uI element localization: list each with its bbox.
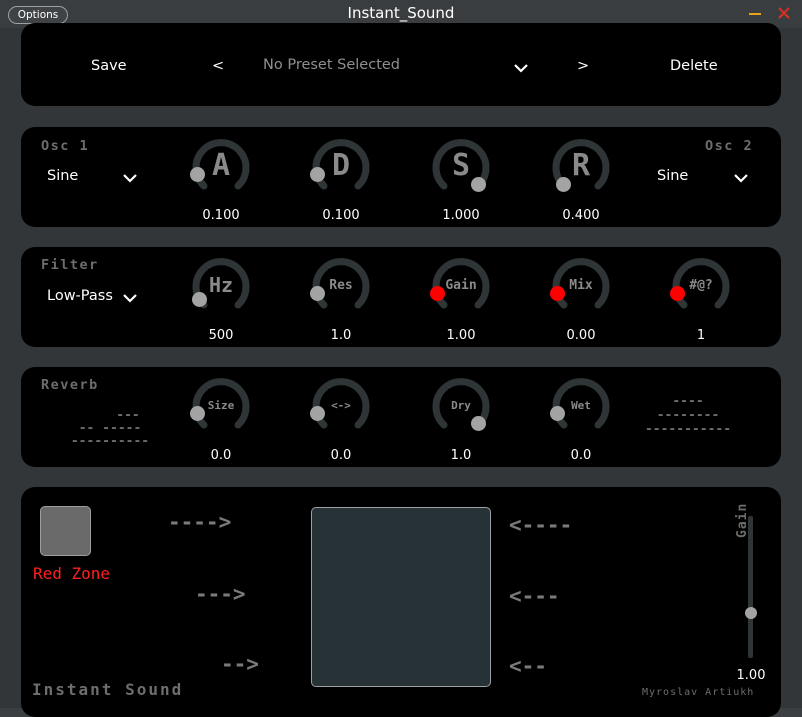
knob-value: 0.0 [210,448,232,463]
red-zone-button[interactable] [40,506,91,556]
minimize-icon[interactable] [745,2,765,24]
next-preset-button[interactable]: > [577,58,589,74]
knob-indicator-dot[interactable] [429,286,445,302]
prev-preset-button[interactable]: < [212,58,224,74]
reverb-right-dashes-1: ---- [672,394,704,409]
gain-slider-thumb[interactable] [745,607,757,619]
knob-value: 0.00 [566,328,596,343]
knob-value: 1 [696,328,706,343]
knob-indicator-dot[interactable] [309,167,325,183]
reverb-title: Reverb [41,377,99,393]
knob-value: 1.0 [450,448,472,463]
arrow-left-1: ----> [168,510,232,534]
red-zone-label: Red Zone [33,564,111,583]
arrow-right-3: <-- [509,654,547,678]
preset-selector[interactable]: No Preset Selected [263,57,400,73]
knob-indicator-dot[interactable] [309,286,325,302]
arrow-right-2: <--- [509,584,560,608]
knob-value: 0.0 [570,448,592,463]
chevron-down-icon[interactable] [513,63,529,73]
footer-title: Instant Sound [32,680,184,699]
arrow-left-3: --> [221,652,259,676]
knob-value: 0.100 [322,208,360,223]
knob-indicator-dot[interactable] [549,406,565,422]
author-credit: Myroslav Artiukh [642,687,755,698]
knob-value: 500 [208,328,234,343]
chevron-down-icon[interactable] [122,173,138,183]
osc2-wave-select[interactable]: Sine [657,168,688,184]
xy-pad[interactable] [311,507,491,687]
delete-button[interactable]: Delete [670,58,718,74]
knob-label: Dry [451,398,471,412]
reverb-left-dashes-3: ---------- [70,434,150,449]
knob-value: 1.00 [446,328,476,343]
arrow-left-2: ---> [195,582,246,606]
save-button[interactable]: Save [91,58,127,74]
knob-value: 0.0 [330,448,352,463]
gain-value: 1.00 [736,668,766,683]
close-icon[interactable] [774,2,794,24]
knob-indicator-dot[interactable] [555,177,571,193]
osc1-wave-select[interactable]: Sine [47,168,78,184]
window-title: Instant_Sound [347,4,455,22]
osc2-title: Osc 2 [705,138,754,154]
reverb-right-dashes-3: ----------- [644,422,732,437]
filter-title: Filter [41,257,99,273]
chevron-down-icon[interactable] [122,293,138,303]
knob-indicator-dot[interactable] [192,291,208,307]
filter-type-select[interactable]: Low-Pass [47,288,113,304]
gain-slider-track[interactable] [748,516,753,658]
arrow-right-1: <---- [509,513,573,537]
knob-indicator-dot[interactable] [189,167,205,183]
knob-filter-0[interactable]: Hz [190,255,252,317]
knob-value: 0.400 [562,208,600,223]
preset-panel [21,23,781,106]
osc1-title: Osc 1 [41,138,90,154]
knob-label: S [451,147,471,183]
plugin-main: Save < No Preset Selected > Delete Osc 1… [0,23,802,717]
reverb-right-dashes-2: -------- [656,408,720,423]
knob-indicator-dot[interactable] [189,406,205,422]
knob-indicator-dot[interactable] [309,406,325,422]
knob-value: 1.000 [442,208,480,223]
knob-value: 0.100 [202,208,240,223]
knob-indicator-dot[interactable] [549,286,565,302]
knob-value: 1.0 [330,328,352,343]
chevron-down-icon[interactable] [733,173,749,183]
knob-indicator-dot[interactable] [669,286,685,302]
